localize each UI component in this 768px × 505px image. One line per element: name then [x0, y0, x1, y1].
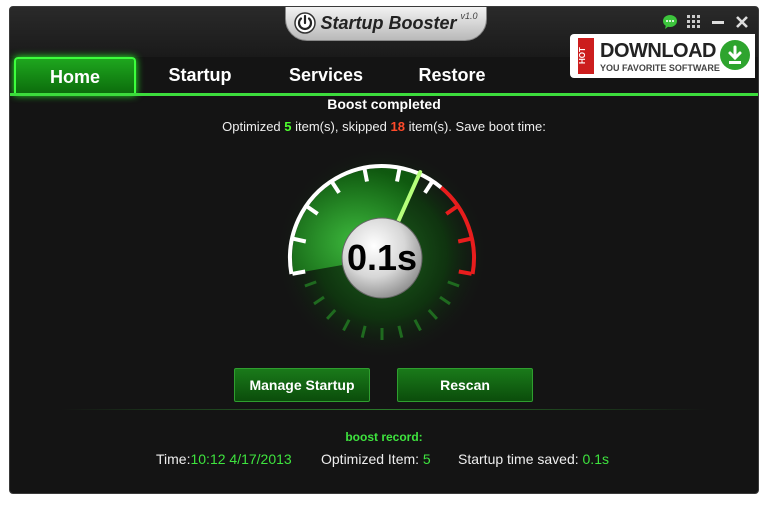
grid-icon[interactable]: [686, 14, 702, 30]
app-title: Startup Booster: [320, 12, 457, 33]
gauge-tick: [362, 168, 369, 182]
gauge-tick: [292, 269, 306, 276]
boot-time-gauge: 0.1s: [274, 150, 490, 366]
power-icon: [294, 12, 317, 34]
window-controls: [662, 14, 750, 30]
record-time-value: 10:12 4/17/2013: [190, 451, 292, 467]
tab-services[interactable]: Services: [272, 57, 380, 93]
record-saved-value: 0.1s: [582, 451, 609, 467]
optimized-count: 5: [284, 119, 292, 134]
record-saved-label: Startup time saved:: [458, 451, 583, 467]
tab-home[interactable]: Home: [14, 57, 136, 95]
close-icon[interactable]: [734, 14, 750, 30]
download-ad-banner[interactable]: HOT DOWNLOAD YOU FAVORITE SOFTWARE: [570, 34, 755, 78]
record-saved: Startup time saved: 0.1s: [458, 451, 609, 467]
status-suffix: item(s). Save boot time:: [404, 119, 546, 134]
download-title: DOWNLOAD: [600, 40, 716, 62]
status-title: Boost completed: [327, 96, 441, 112]
status-prefix: Optimized: [222, 119, 285, 134]
skipped-count: 18: [390, 119, 405, 134]
gauge-tick: [457, 236, 472, 244]
status-middle: item(s), skipped: [291, 119, 391, 134]
tab-startup[interactable]: Startup: [146, 57, 254, 93]
boost-record-title: boost record:: [345, 430, 423, 444]
minimize-icon[interactable]: [710, 14, 726, 30]
record-optimized: Optimized Item: 5: [321, 451, 431, 467]
gauge-tick: [395, 168, 402, 182]
status-summary: Optimized 5 item(s), skipped 18 item(s).…: [0, 119, 768, 134]
app-version: v1.0: [460, 11, 478, 21]
gauge-tick: [458, 269, 472, 276]
manage-startup-button[interactable]: Manage Startup: [234, 368, 370, 402]
gauge-value: 0.1s: [347, 237, 417, 278]
record-time: Time:10:12 4/17/2013: [156, 451, 292, 467]
divider: [60, 409, 708, 410]
download-icon[interactable]: [720, 40, 750, 70]
chat-icon[interactable]: [662, 14, 678, 30]
download-subtitle: YOU FAVORITE SOFTWARE: [600, 63, 720, 73]
record-optimized-value: 5: [422, 451, 431, 467]
tab-restore[interactable]: Restore: [398, 57, 506, 93]
hot-badge: HOT: [578, 38, 594, 74]
title-badge: Startup Booster v1.0: [285, 7, 487, 41]
record-time-label: Time:: [156, 451, 191, 467]
record-optimized-label: Optimized Item:: [321, 451, 423, 467]
gauge-tick: [292, 236, 307, 244]
rescan-button[interactable]: Rescan: [397, 368, 533, 402]
